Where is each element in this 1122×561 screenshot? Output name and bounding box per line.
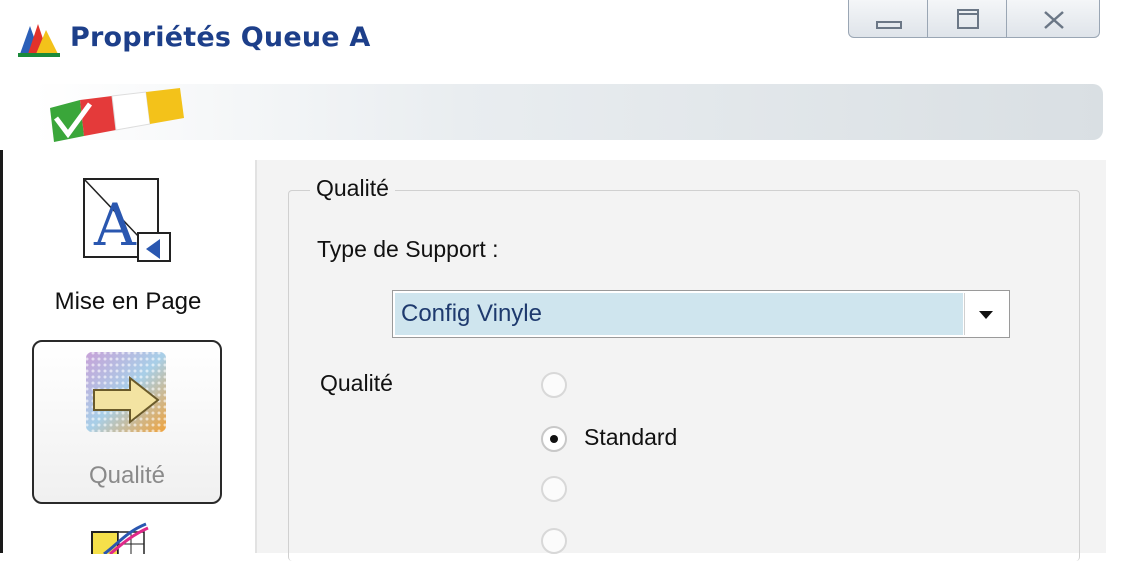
- app-logo-icon: [18, 20, 62, 58]
- maximize-icon: [957, 9, 979, 29]
- minimize-button[interactable]: [848, 0, 928, 38]
- quality-label: Qualité: [320, 370, 393, 396]
- quality-option-4-radio[interactable]: [541, 528, 567, 554]
- chevron-down-icon: [979, 311, 993, 319]
- window-controls: [848, 0, 1100, 42]
- window-left-border: [0, 150, 3, 553]
- window-title: Propriétés Queue A: [70, 22, 371, 53]
- close-button[interactable]: [1006, 0, 1100, 38]
- brand-ribbon-icon: [50, 78, 200, 150]
- sidebar-item-page-layout[interactable]: A Mise en Page: [30, 170, 226, 330]
- media-type-selected-value: Config Vinyle: [395, 293, 963, 335]
- dropdown-arrow-button[interactable]: [964, 293, 1007, 335]
- minimize-icon: [876, 21, 902, 29]
- groupbox-title: Qualité: [310, 175, 395, 202]
- quality-option-standard-radio[interactable]: [541, 426, 567, 452]
- color-curve-icon[interactable]: [90, 522, 170, 559]
- maximize-button[interactable]: [927, 0, 1007, 38]
- media-type-dropdown[interactable]: Config Vinyle: [392, 290, 1010, 338]
- page-layout-icon: A: [80, 175, 176, 272]
- close-icon: [1044, 11, 1064, 29]
- quality-option-standard-label[interactable]: Standard: [584, 424, 677, 451]
- quality-option-3-radio[interactable]: [541, 476, 567, 502]
- sidebar-item-label: Qualité: [88, 462, 166, 489]
- svg-text:A: A: [93, 191, 137, 259]
- quality-option-1-radio[interactable]: [541, 372, 567, 398]
- quality-icon: [84, 350, 170, 441]
- media-type-label: Type de Support :: [317, 236, 499, 262]
- sidebar-item-label: Mise en Page: [54, 288, 202, 315]
